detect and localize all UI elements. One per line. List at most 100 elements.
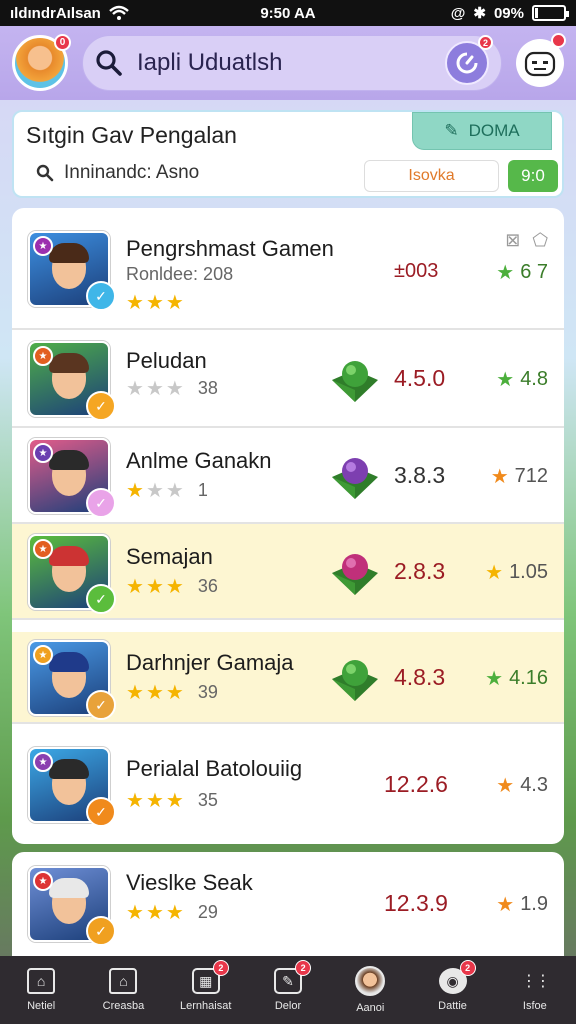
star-count: 35 (197, 790, 218, 810)
thumbnail-corner-badge-icon: ★ (33, 539, 53, 559)
row-action-icons: ⊠ ⬠ (505, 230, 548, 251)
filter-go-button[interactable]: 9:0 (508, 160, 558, 192)
thumbnail-coin-icon: ✓ (86, 281, 116, 311)
game-subtitle: Ronldee: 208 (126, 264, 234, 284)
star-icon: ★ (145, 790, 164, 812)
filter-select[interactable]: Isovka (364, 160, 499, 192)
thumbnail-coin-icon: ✓ (86, 916, 116, 946)
star-rating: ★ ★ ★ (126, 900, 184, 925)
app-header: 0 Iapli Uduatlsh 2 (0, 26, 576, 100)
game-thumbnail[interactable]: ★ ✓ (28, 747, 116, 827)
share-icon[interactable]: ⊠ (505, 230, 520, 251)
star-icon: ★ (165, 682, 184, 704)
star-icon: ★ (126, 790, 144, 812)
game-meta: ★ ★ ★ 1 (126, 478, 208, 503)
wifi-icon (109, 5, 129, 20)
doma-tab-label: DOMA (468, 121, 520, 140)
gem-box-icon (332, 458, 378, 499)
filter-search[interactable]: Inninandc: Asno (36, 162, 199, 184)
game-title: Vieslke Seak (126, 870, 253, 895)
character-hair (49, 652, 89, 672)
game-score: 12.2.6 (384, 771, 448, 797)
gem-box-icon (332, 660, 378, 701)
star-count: 38 (197, 378, 218, 398)
character-hair (49, 450, 89, 470)
rating-star-icon: ★ (490, 466, 509, 488)
game-list: ★ ✓ Pengrshmast Gamen ★ ★ ★ Ronldee: 208 ±003 ★ 6… (12, 208, 564, 844)
game-row[interactable]: ★ ✓ Pengrshmast Gamen ★ ★ ★ Ronldee: 208 ±003 ★ 6… (12, 208, 564, 330)
star-icon: ★ (165, 902, 184, 924)
game-rating: ★ 4.8 (496, 367, 548, 392)
game-thumbnail[interactable]: ★ ✓ (28, 640, 116, 720)
nav-item-dattie[interactable]: ◉ 2 Dattie (411, 956, 493, 1024)
game-row[interactable]: ★ ✓ Semajan ★ ★ ★ 36 2.8.3 ★ 1.05 (12, 524, 564, 620)
bookmark-icon[interactable]: ⬠ (532, 230, 548, 251)
home-icon: ⌂ (27, 968, 56, 994)
rating-value: 4.16 (509, 667, 548, 689)
game-meta: ★ ★ ★ 35 (126, 788, 218, 813)
character-hair (49, 353, 89, 373)
game-score: 2.8.3 (394, 558, 446, 584)
rating-value: 1.9 (520, 893, 548, 915)
star-icon: ★ (126, 576, 144, 598)
star-count: 1 (197, 480, 208, 500)
refresh-icon (456, 52, 478, 74)
star-icon: ★ (145, 902, 164, 924)
game-thumbnail[interactable]: ★ ✓ (28, 341, 116, 421)
game-row[interactable]: ★ ✓ Darhnjer Gamaja ★ ★ ★ 39 4.8.3 ★ 4.16 (12, 632, 564, 724)
thumbnail-corner-badge-icon: ★ (33, 346, 53, 366)
bluetooth-icon: ✱ (473, 5, 486, 22)
star-icon: ★ (126, 292, 144, 314)
star-icon: ★ (165, 378, 184, 400)
status-time: 9:50 AA (260, 4, 316, 22)
at-icon: @ (450, 4, 466, 22)
game-meta: ★ ★ ★ 38 (126, 376, 218, 401)
star-rating: ★ ★ ★ (126, 478, 184, 503)
search-label: Iapli Uduatlsh (137, 49, 283, 76)
game-score: ±003 (394, 260, 439, 282)
game-row[interactable]: ★ ✓ Peludan ★ ★ ★ 38 4.5.0 ★ 4.8 (12, 330, 564, 428)
rating-star-icon: ★ (496, 369, 515, 391)
battery-fill (534, 8, 538, 18)
thumbnail-coin-icon: ✓ (86, 488, 116, 518)
search-bar[interactable]: Iapli Uduatlsh 2 (82, 35, 502, 91)
star-icon: ★ (165, 480, 184, 502)
game-thumbnail[interactable]: ★ ✓ (28, 231, 116, 311)
game-row[interactable]: ★ ✓ Perialal Batolouiig ★ ★ ★ 35 12.2.6 ★ 4.3 (12, 726, 564, 844)
game-score: 12.3.9 (384, 890, 448, 916)
refresh-button[interactable]: 2 (445, 35, 493, 85)
game-title: Semajan (126, 544, 213, 569)
house-icon: ⌂ (109, 968, 138, 994)
rating-star-icon: ★ (485, 562, 504, 584)
nav-item-netiel[interactable]: ⌂ Netiel (0, 956, 82, 1024)
nav-item-aanoi[interactable]: Aanoi (329, 956, 411, 1024)
nav-label: Isfoe (522, 1000, 547, 1012)
nav-label: Netiel (27, 1000, 56, 1012)
star-icon: ★ (165, 576, 184, 598)
nav-item-lernhaisat[interactable]: ▦ 2 Lernhaisat (165, 956, 247, 1024)
game-thumbnail[interactable]: ★ ✓ (28, 438, 116, 518)
game-score: 3.8.3 (394, 462, 446, 488)
game-rating: ★ 1.9 (496, 892, 548, 917)
rating-star-icon: ★ (496, 894, 515, 916)
nav-item-creasba[interactable]: ⌂ Creasba (82, 956, 164, 1024)
tag-icon: ✎ (444, 121, 459, 140)
game-meta: ★ ★ ★ 29 (126, 900, 218, 925)
nav-label: Creasba (102, 1000, 145, 1012)
star-icon: ★ (126, 682, 144, 704)
game-rating: ★ 4.3 (496, 773, 548, 798)
thumbnail-coin-icon: ✓ (86, 690, 116, 720)
thumbnail-corner-badge-icon: ★ (33, 645, 53, 665)
profile-avatar[interactable]: 0 (12, 34, 71, 91)
star-icon: ★ (126, 378, 144, 400)
doma-tab[interactable]: ✎ DOMA (412, 112, 552, 150)
star-icon: ★ (165, 292, 184, 314)
nav-item-delor[interactable]: ✎ 2 Delor (247, 956, 329, 1024)
game-title: Pengrshmast Gamen (126, 236, 334, 261)
game-thumbnail[interactable]: ★ ✓ (28, 866, 116, 946)
game-row[interactable]: ★ ✓ Vieslke Seak ★ ★ ★ 29 12.3.9 ★ 1.9 (12, 852, 564, 956)
bot-button[interactable] (516, 33, 566, 87)
game-row[interactable]: ★ ✓ Anlme Ganakn ★ ★ ★ 1 3.8.3 ★ 712 (12, 428, 564, 524)
nav-item-isfoe[interactable]: ⋮⋮ Isfoe (494, 956, 576, 1024)
game-thumbnail[interactable]: ★ ✓ (28, 534, 116, 614)
